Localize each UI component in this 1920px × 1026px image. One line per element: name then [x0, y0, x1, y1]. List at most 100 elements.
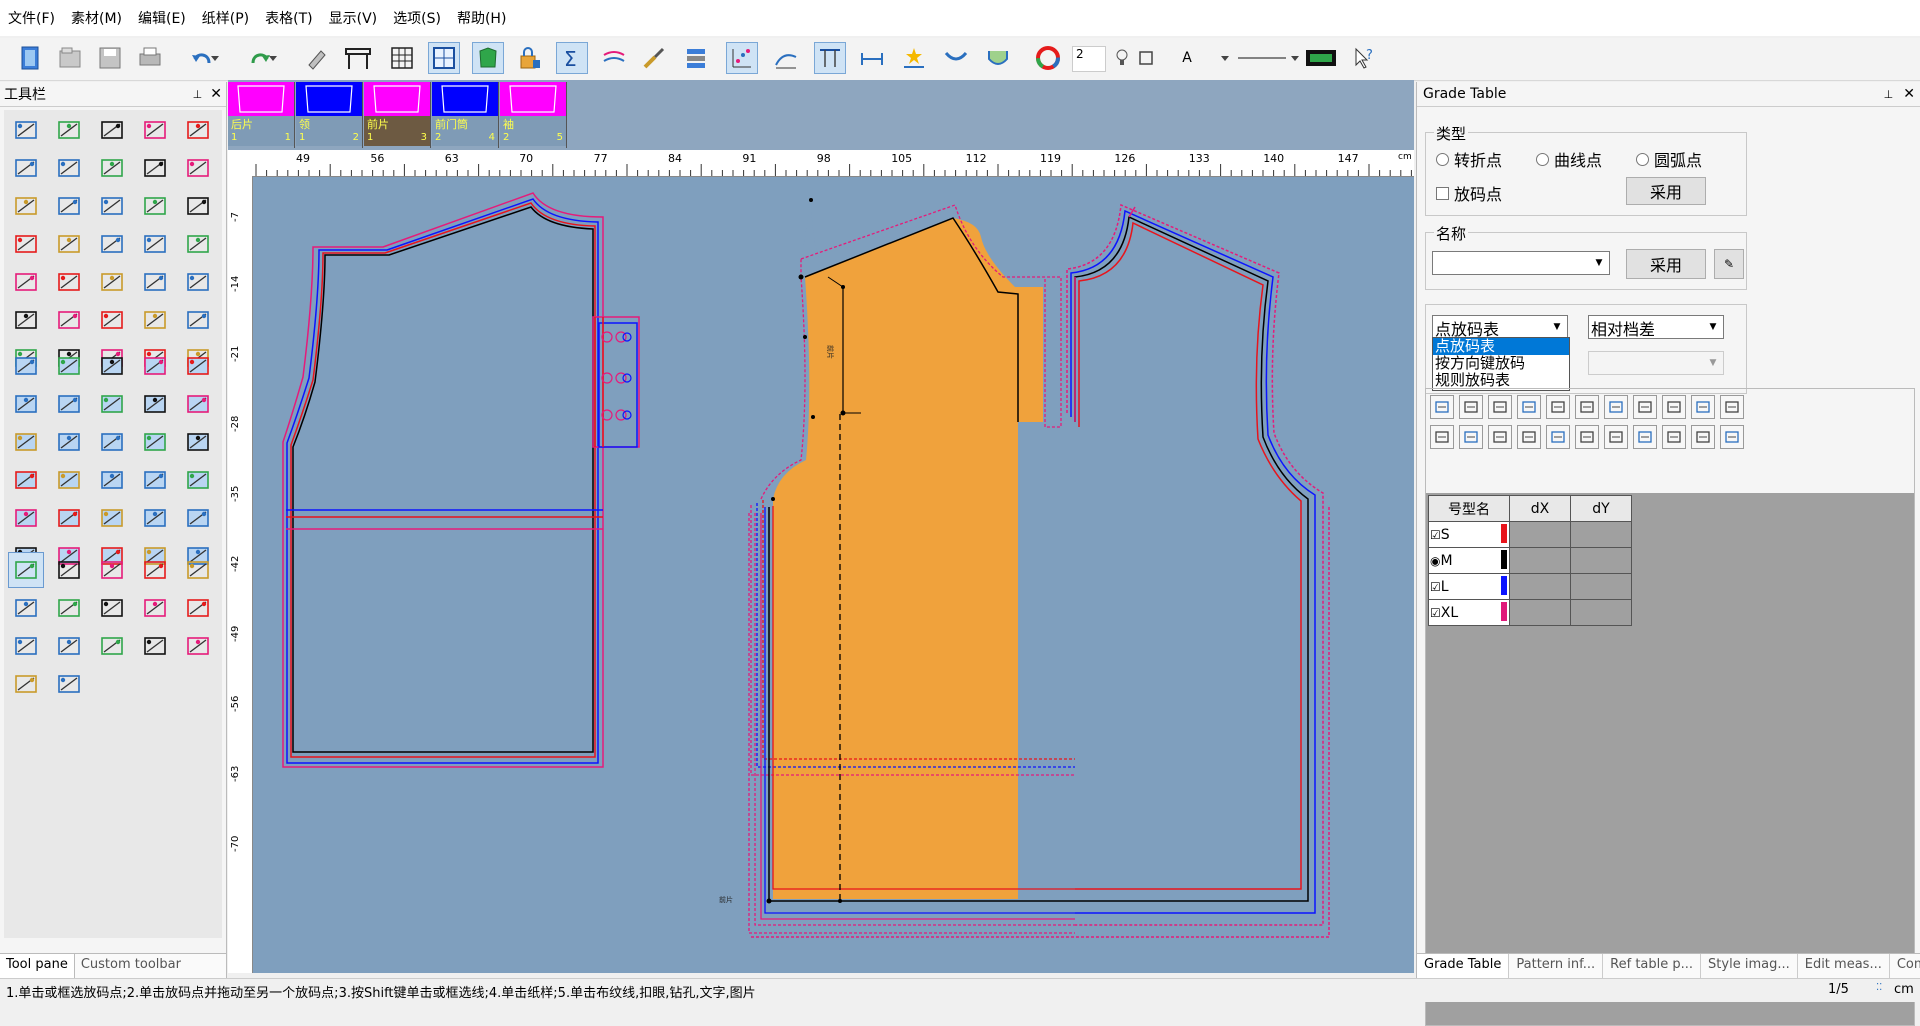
next-icon[interactable]	[1459, 425, 1483, 449]
eraser-icon[interactable]	[300, 42, 332, 74]
new-file-icon[interactable]	[14, 42, 46, 74]
size-row[interactable]: ☑S	[1428, 521, 1632, 548]
work-canvas[interactable]: 前片 前片	[253, 177, 1414, 973]
tab-style-imag[interactable]: Style imag...	[1701, 954, 1798, 978]
dashed-lines-icon[interactable]	[8, 302, 44, 338]
color-fill-icon[interactable]	[94, 302, 130, 338]
menu-help[interactable]: 帮助(H)	[449, 8, 514, 28]
dx-cell[interactable]	[1509, 547, 1571, 574]
grade-point-checkbox[interactable]: 放码点	[1436, 181, 1502, 205]
piece-thumb[interactable]: 袖25	[500, 82, 567, 148]
center-icon[interactable]	[1604, 425, 1628, 449]
tool-3-2-5-icon[interactable]	[180, 590, 216, 626]
tool-3-3-4-icon[interactable]	[137, 628, 173, 664]
size-row[interactable]: ☑L	[1428, 573, 1632, 600]
dimension-icon[interactable]	[856, 42, 888, 74]
film-icon[interactable]	[1304, 42, 1338, 74]
bulb-icon[interactable]	[1112, 42, 1132, 74]
line-style-select[interactable]	[1234, 42, 1290, 74]
align-right-icon[interactable]	[1546, 425, 1570, 449]
radio-curve-point[interactable]: 曲线点	[1536, 147, 1602, 171]
tool-3-1-5-icon[interactable]	[180, 552, 216, 588]
glasses-icon[interactable]	[8, 226, 44, 262]
s-l-icon[interactable]	[1633, 395, 1657, 419]
table-icon[interactable]	[1662, 395, 1686, 419]
layer-icon[interactable]	[680, 42, 712, 74]
align-left-icon[interactable]	[1517, 425, 1541, 449]
brush-icon[interactable]	[638, 42, 670, 74]
tool-2-3-5-icon[interactable]	[180, 424, 216, 460]
mode-option-rule-table[interactable]: 规则放码表	[1433, 372, 1569, 389]
tool-2-2-1-icon[interactable]	[8, 386, 44, 422]
pleat-icon[interactable]	[51, 302, 87, 338]
text-font-button[interactable]: A	[1176, 42, 1198, 74]
sigma-icon[interactable]: Σ	[556, 42, 588, 74]
pattern-cut-icon[interactable]	[137, 112, 173, 148]
size-row[interactable]: ☑XL	[1428, 599, 1632, 626]
table-frame-icon[interactable]	[342, 42, 374, 74]
font-dropdown-icon[interactable]	[1218, 42, 1232, 74]
scissors-icon[interactable]	[137, 150, 173, 186]
dy-cell[interactable]	[1570, 599, 1632, 626]
cut-line-icon[interactable]	[51, 150, 87, 186]
fold-icon[interactable]	[137, 264, 173, 300]
fx-icon[interactable]	[1662, 425, 1686, 449]
tool-3-3-5-icon[interactable]	[180, 628, 216, 664]
tool-3-1-2-icon[interactable]	[51, 552, 87, 588]
tab-ref-table-p[interactable]: Ref table p...	[1603, 954, 1702, 978]
tab-edit-meas[interactable]: Edit meas...	[1798, 954, 1890, 978]
tab-grade-table[interactable]: Grade Table	[1417, 954, 1510, 978]
paste-special-icon[interactable]	[1546, 395, 1570, 419]
back-piece[interactable]	[282, 192, 640, 768]
rotate-icon[interactable]	[180, 264, 216, 300]
scissors-alt-icon[interactable]	[137, 188, 173, 224]
secondary-select[interactable]: ▼	[1588, 351, 1724, 375]
mode-select[interactable]: 点放码表 ▼	[1432, 315, 1568, 339]
list-grade-icon[interactable]	[1691, 395, 1715, 419]
tool-3-4-1-icon[interactable]	[8, 666, 44, 702]
tool-3-4-2-icon[interactable]	[51, 666, 87, 702]
tool-3-2-2-icon[interactable]	[51, 590, 87, 626]
tool-3-1-3-icon[interactable]	[94, 552, 130, 588]
line-width-input[interactable]: 2	[1072, 46, 1106, 72]
compass-icon[interactable]	[137, 226, 173, 262]
tool-2-5-3-icon[interactable]	[94, 500, 130, 536]
front-piece[interactable]: 前片 前片	[719, 198, 1330, 938]
grade-points-icon[interactable]	[726, 42, 758, 74]
label-icon[interactable]	[180, 188, 216, 224]
tool-3-3-2-icon[interactable]	[51, 628, 87, 664]
tool-2-2-4-icon[interactable]	[137, 386, 173, 422]
tool-2-1-3-icon[interactable]	[94, 348, 130, 384]
copy-icon[interactable]	[1430, 395, 1454, 419]
apply-name-button[interactable]: 采用	[1626, 249, 1706, 279]
shears-icon[interactable]	[51, 226, 87, 262]
dx-cell[interactable]	[1509, 573, 1571, 600]
piece-thumb[interactable]: 前门筒 2 4	[432, 82, 499, 148]
print-icon[interactable]	[134, 42, 166, 74]
curve-icon[interactable]	[94, 188, 130, 224]
tool-2-2-5-icon[interactable]	[180, 386, 216, 422]
paste-icon[interactable]	[1459, 395, 1483, 419]
intelligent-pen-icon[interactable]	[94, 112, 130, 148]
tool-3-3-1-icon[interactable]	[8, 628, 44, 664]
undo-dropdown-icon[interactable]	[208, 42, 222, 74]
corner-line-icon[interactable]	[8, 188, 44, 224]
tool-3-2-4-icon[interactable]	[137, 590, 173, 626]
star-measure-icon[interactable]	[898, 42, 930, 74]
menu-file[interactable]: 文件(F)	[0, 8, 63, 28]
mode-option-point-table[interactable]: 点放码表	[1433, 338, 1569, 355]
tool-2-5-5-icon[interactable]	[180, 500, 216, 536]
tool-3-2-1-icon[interactable]	[8, 590, 44, 626]
size-row[interactable]: ◉M	[1428, 547, 1632, 574]
pen-icon[interactable]	[180, 112, 216, 148]
menu-table[interactable]: 表格(T)	[257, 8, 320, 28]
pin-icon[interactable]: ⊥	[1884, 88, 1894, 101]
bars-icon[interactable]	[1488, 425, 1512, 449]
tool-3-2-3-icon[interactable]	[94, 590, 130, 626]
tool-2-5-1-icon[interactable]	[8, 500, 44, 536]
piece-thumb[interactable]: 后片 1 1	[228, 82, 295, 148]
apply-type-button[interactable]: 采用	[1626, 177, 1706, 205]
tool-2-2-3-icon[interactable]	[94, 386, 130, 422]
triangle-piece-icon[interactable]	[137, 302, 173, 338]
tool-2-3-2-icon[interactable]	[51, 424, 87, 460]
